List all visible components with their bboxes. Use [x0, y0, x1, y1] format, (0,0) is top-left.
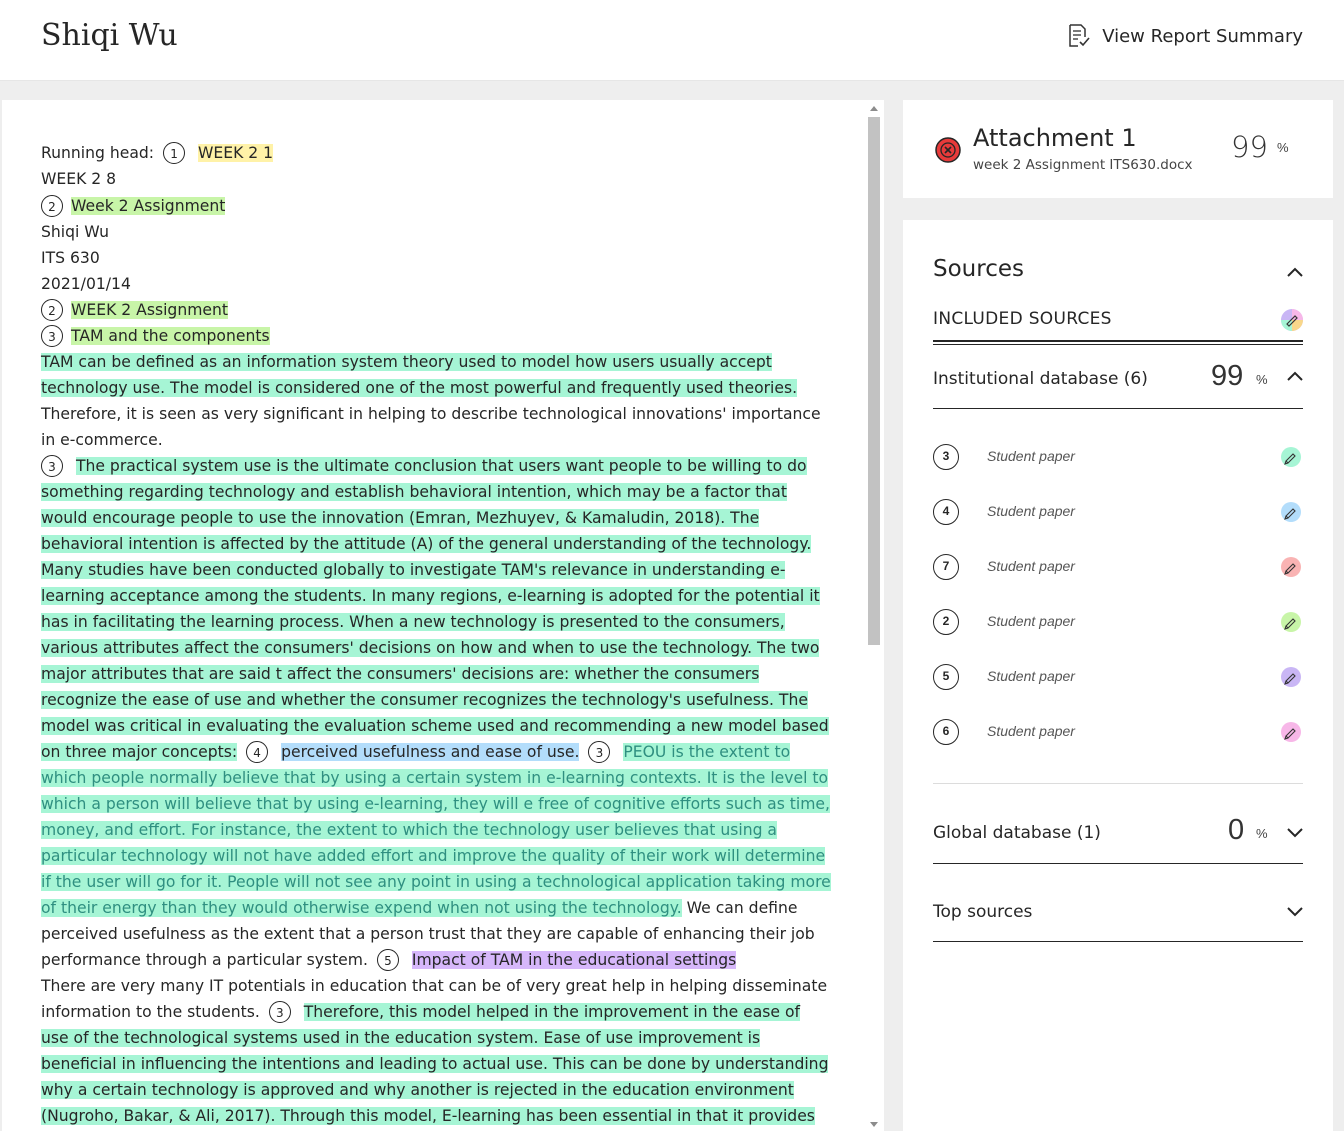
doc-line: 3 TAM and the components	[41, 323, 831, 349]
view-report-summary-button[interactable]: View Report Summary	[1068, 24, 1303, 48]
sources-panel: Sources INCLUDED SOURCES Institutional d…	[903, 220, 1333, 1131]
top-sources-label[interactable]: Top sources	[933, 902, 1032, 922]
header-bar: Shiqi Wu View Report Summary	[0, 0, 1344, 81]
report-icon	[1068, 24, 1090, 48]
attachment-title: Attachment 1	[973, 124, 1137, 152]
attachment-filename: week 2 Assignment ITS630.docx	[973, 157, 1193, 173]
doc-paragraph: 3 The practical system use is the ultima…	[41, 453, 831, 973]
source-name: Student paper	[987, 503, 1075, 519]
global-percent-sign: %	[1256, 826, 1268, 841]
match-highlight[interactable]: WEEK 2 Assignment	[71, 301, 228, 319]
divider	[933, 783, 1303, 784]
source-name: Student paper	[987, 723, 1075, 739]
global-database-score: 0	[1228, 814, 1245, 846]
source-item[interactable]: 4 Student paper	[933, 496, 1303, 526]
sources-heading: Sources	[933, 256, 1024, 282]
doc-line: Running head: 1 WEEK 2 1	[41, 140, 831, 166]
source-item[interactable]: 5 Student paper	[933, 661, 1303, 691]
scroll-up-arrow-icon[interactable]	[870, 106, 878, 111]
highlighter-icon[interactable]	[1280, 501, 1302, 523]
match-badge[interactable]: 5	[376, 948, 399, 971]
error-icon	[935, 137, 961, 163]
chevron-down-icon[interactable]	[1286, 905, 1304, 917]
report-button-label: View Report Summary	[1102, 25, 1303, 47]
divider	[933, 344, 1303, 345]
divider	[933, 941, 1303, 942]
institutional-database-score: 99	[1211, 360, 1244, 392]
chevron-up-icon[interactable]	[1286, 266, 1304, 278]
match-highlight[interactable]: TAM can be defined as an information sys…	[41, 353, 798, 397]
source-number: 3	[933, 444, 959, 470]
source-item[interactable]: 6 Student paper	[933, 716, 1303, 746]
attachment-card[interactable]: Attachment 1 week 2 Assignment ITS630.do…	[903, 100, 1333, 198]
doc-line: WEEK 2 8	[41, 170, 117, 188]
source-number: 5	[933, 664, 959, 690]
match-highlight[interactable]: Impact of TAM in the educational setting…	[411, 951, 737, 969]
doc-paragraph: There are very many IT potentials in edu…	[41, 973, 831, 1131]
match-badge[interactable]: 3	[41, 324, 63, 347]
scrollbar-thumb[interactable]	[868, 117, 880, 645]
match-highlight[interactable]: TAM and the components	[71, 327, 270, 345]
match-highlight[interactable]: Therefore, this model helped in the impr…	[41, 1003, 829, 1131]
document-text: Running head: 1 WEEK 2 1 WEEK 2 8 2 Week …	[41, 140, 831, 1131]
chevron-up-icon[interactable]	[1286, 370, 1304, 382]
multi-color-highlighter-icon[interactable]	[1280, 308, 1304, 332]
highlighter-icon[interactable]	[1280, 721, 1302, 743]
match-badge[interactable]: 2	[41, 298, 63, 321]
match-highlight[interactable]: WEEK 2 1	[197, 144, 274, 162]
match-badge[interactable]: 3	[588, 740, 611, 763]
doc-line: 2 Week 2 Assignment	[41, 193, 831, 219]
scroll-down-arrow-icon[interactable]	[870, 1122, 878, 1127]
source-name: Student paper	[987, 448, 1075, 464]
attachment-percent-sign: %	[1277, 140, 1289, 155]
source-item[interactable]: 3 Student paper	[933, 441, 1303, 471]
institutional-database-label[interactable]: Institutional database (6)	[933, 369, 1148, 389]
source-name: Student paper	[987, 668, 1075, 684]
match-badge[interactable]: 3	[41, 454, 63, 477]
match-highlight[interactable]: PEOU is the extent to which people norma…	[41, 743, 831, 917]
match-highlight[interactable]: perceived usefulness and ease of use.	[281, 743, 580, 761]
match-badge[interactable]: 4	[246, 740, 269, 763]
highlighter-icon[interactable]	[1280, 666, 1302, 688]
highlighter-icon[interactable]	[1280, 556, 1302, 578]
match-highlight[interactable]: Week 2 Assignment	[71, 197, 226, 215]
match-badge[interactable]: 1	[163, 141, 186, 164]
divider	[933, 408, 1303, 409]
source-name: Student paper	[987, 558, 1075, 574]
source-number: 7	[933, 554, 959, 580]
match-badge[interactable]: 2	[41, 194, 63, 217]
source-number: 4	[933, 499, 959, 525]
highlighter-icon[interactable]	[1280, 446, 1302, 468]
source-item[interactable]: 2 Student paper	[933, 606, 1303, 636]
doc-paragraph: TAM can be defined as an information sys…	[41, 353, 821, 449]
divider	[933, 863, 1303, 864]
global-database-label[interactable]: Global database (1)	[933, 823, 1101, 843]
source-number: 2	[933, 609, 959, 635]
chevron-down-icon[interactable]	[1286, 826, 1304, 838]
match-highlight[interactable]: The practical system use is the ultimate…	[41, 457, 829, 761]
source-item[interactable]: 7 Student paper	[933, 551, 1303, 581]
source-name: Student paper	[987, 613, 1075, 629]
document-viewer[interactable]: Running head: 1 WEEK 2 1 WEEK 2 8 2 Week …	[2, 100, 882, 1131]
institutional-percent-sign: %	[1256, 372, 1268, 387]
doc-line: 2021/01/14	[41, 275, 131, 293]
source-number: 6	[933, 719, 959, 745]
student-name: Shiqi Wu	[41, 18, 178, 53]
doc-line: ITS 630	[41, 249, 100, 267]
included-sources-label: INCLUDED SOURCES	[933, 309, 1112, 329]
attachment-score: 99	[1231, 130, 1268, 164]
match-badge[interactable]: 3	[268, 1000, 291, 1023]
doc-line: Shiqi Wu	[41, 223, 110, 241]
divider	[933, 340, 1303, 342]
doc-line: 2 WEEK 2 Assignment	[41, 297, 831, 323]
highlighter-icon[interactable]	[1280, 611, 1302, 633]
